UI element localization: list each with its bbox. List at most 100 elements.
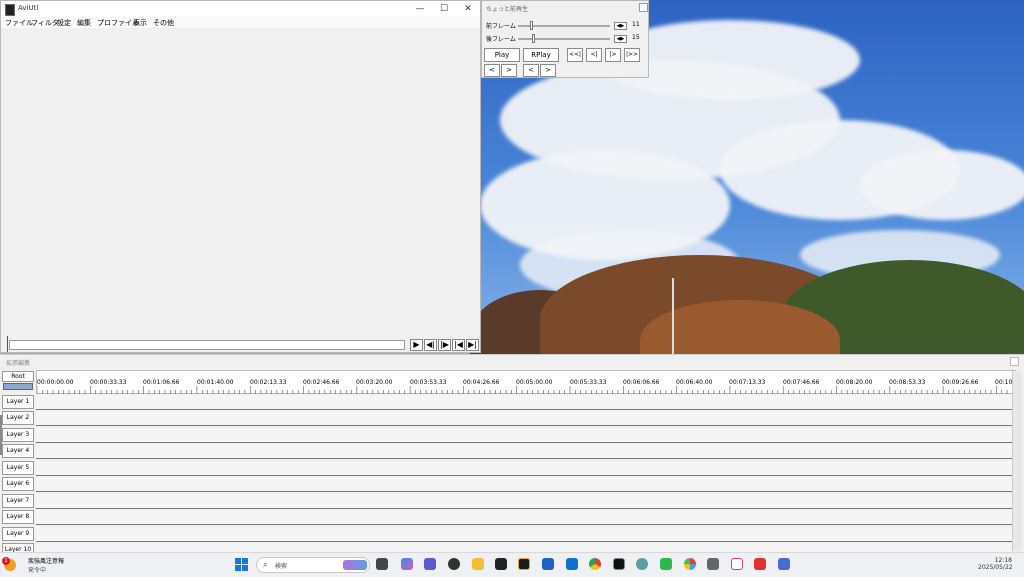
rewind-button[interactable]: <<| xyxy=(567,48,583,62)
play-button-choppy[interactable]: Play xyxy=(484,48,520,62)
layer-label[interactable]: Layer 9 xyxy=(2,527,34,541)
layer-label[interactable]: Layer 4 xyxy=(2,444,34,458)
teams-icon[interactable] xyxy=(424,558,436,570)
tick-label: 00:07:13.33 xyxy=(729,379,766,386)
timeline-window: 拡張編集 Root 00:00:00.00 00:00:33.33 00:01:… xyxy=(0,354,1024,553)
app-icon xyxy=(5,4,15,16)
tick-label: 00:00:00.00 xyxy=(37,379,74,386)
menu-file[interactable]: ファイル xyxy=(5,18,33,28)
back-frame-spin[interactable]: ◀▶ xyxy=(614,35,627,43)
step-back-button[interactable]: <| xyxy=(586,48,602,62)
front-decrease-button[interactable]: < xyxy=(484,64,500,77)
front-frame-slider[interactable] xyxy=(530,21,533,30)
app-icon-black[interactable] xyxy=(448,558,460,570)
choppy-playback-window: ちょっと前再生 前フレーム ◀▶ 11 後フレーム ◀▶ 15 Play RPl… xyxy=(481,0,649,78)
outlook-icon[interactable] xyxy=(566,558,578,570)
layer-row[interactable] xyxy=(36,494,1012,509)
app-icon-red[interactable] xyxy=(754,558,766,570)
go-end-button[interactable]: ▶| xyxy=(466,339,479,351)
line-icon[interactable] xyxy=(660,558,672,570)
layer-row[interactable] xyxy=(36,461,1012,476)
file-explorer-icon[interactable] xyxy=(472,558,484,570)
maximize-button[interactable]: ☐ xyxy=(432,1,456,17)
choppy-window-title: ちょっと前再生 xyxy=(486,6,529,13)
layer-row[interactable] xyxy=(36,411,1012,426)
time-ruler[interactable]: 00:00:00.00 00:00:33.33 00:01:06.66 00:0… xyxy=(36,370,1016,394)
menu-filter[interactable]: フィルタ xyxy=(31,18,59,28)
start-button[interactable] xyxy=(235,558,248,571)
tick-label: 00:03:20.00 xyxy=(356,379,393,386)
next-frame-button[interactable]: |▶ xyxy=(438,339,451,351)
seek-thumb[interactable] xyxy=(7,336,14,352)
tick-label: 00:00:33.33 xyxy=(90,379,127,386)
root-scope-bar[interactable] xyxy=(3,383,33,390)
layer-label[interactable]: Layer 1 xyxy=(2,395,34,409)
choppy-close-button[interactable] xyxy=(639,3,648,12)
app-icon-multicolor[interactable] xyxy=(684,558,696,570)
back-decrease-button[interactable]: < xyxy=(523,64,539,77)
app-icon-gray[interactable] xyxy=(707,558,719,570)
root-button[interactable]: Root xyxy=(2,371,34,382)
layer-label[interactable]: Layer 5 xyxy=(2,461,34,475)
layer-label[interactable]: Layer 7 xyxy=(2,494,34,508)
calculator-icon[interactable] xyxy=(778,558,790,570)
search-placeholder: 検索 xyxy=(275,563,288,570)
layer-label[interactable]: Layer 6 xyxy=(2,477,34,491)
tick-label: 00:09:26.66 xyxy=(942,379,979,386)
back-frame-slider[interactable] xyxy=(532,34,535,43)
layer-row[interactable] xyxy=(36,527,1012,542)
layer-row[interactable] xyxy=(36,428,1012,443)
tick-label: 00:06:40.00 xyxy=(676,379,713,386)
seek-bar[interactable] xyxy=(9,340,405,350)
app-icon-teal[interactable] xyxy=(636,558,648,570)
play-button[interactable]: ▶ xyxy=(410,339,423,351)
prev-frame-button[interactable]: ◀| xyxy=(424,339,437,351)
layer-label[interactable]: Layer 3 xyxy=(2,428,34,442)
search-highlight-icon xyxy=(343,560,367,570)
system-clock[interactable]: 12:18 2025/05/22 xyxy=(978,557,1013,571)
rplay-button[interactable]: RPlay xyxy=(523,48,559,62)
back-frame-value: 15 xyxy=(632,34,640,41)
back-increase-button[interactable]: > xyxy=(540,64,556,77)
go-start-button[interactable]: |◀ xyxy=(452,339,465,351)
weather-subtitle: 発令中 xyxy=(28,567,47,574)
menu-settings[interactable]: 設定 xyxy=(57,18,71,28)
layer-row[interactable] xyxy=(36,395,1012,410)
weather-widget[interactable]: 1 xyxy=(2,557,24,573)
main-titlebar: AviUtl — ☐ ✕ xyxy=(1,1,480,17)
window-title: AviUtl xyxy=(18,4,39,12)
timeline-close-button[interactable] xyxy=(1010,357,1019,366)
menu-view[interactable]: 表示 xyxy=(133,18,147,28)
step-forward-button[interactable]: |> xyxy=(605,48,621,62)
tick-label: 00:05:33.33 xyxy=(570,379,607,386)
terminal-icon[interactable] xyxy=(495,558,507,570)
aviutl-icon[interactable] xyxy=(613,558,625,570)
taskbar-search[interactable]: ⌕ 検索 xyxy=(256,557,370,573)
layer-label[interactable]: Layer 8 xyxy=(2,510,34,524)
layer-row[interactable] xyxy=(36,444,1012,459)
search-icon: ⌕ xyxy=(263,560,268,569)
media-app-icon[interactable] xyxy=(518,558,530,570)
timeline-scrollbar[interactable] xyxy=(1012,371,1022,551)
close-button[interactable]: ✕ xyxy=(456,1,480,17)
timeline-left-splitter[interactable] xyxy=(0,415,2,455)
layer-row[interactable] xyxy=(36,477,1012,492)
front-increase-button[interactable]: > xyxy=(501,64,517,77)
menu-edit[interactable]: 編集 xyxy=(77,18,91,28)
weather-title: 疾強風注意報 xyxy=(28,558,65,565)
music-icon[interactable] xyxy=(731,558,743,570)
fast-forward-button[interactable]: |>> xyxy=(624,48,640,62)
store-icon[interactable] xyxy=(542,558,554,570)
tick-label: 00:01:06.66 xyxy=(143,379,180,386)
front-frame-spin[interactable]: ◀▶ xyxy=(614,22,627,30)
copilot-icon[interactable] xyxy=(401,558,413,570)
layer-row[interactable] xyxy=(36,510,1012,525)
menu-other[interactable]: その他 xyxy=(153,18,174,28)
layer-label[interactable]: Layer 2 xyxy=(2,411,34,425)
front-frame-label: 前フレーム xyxy=(486,23,516,30)
front-frame-value: 11 xyxy=(632,21,640,28)
task-view-icon[interactable] xyxy=(376,558,388,570)
minimize-button[interactable]: — xyxy=(408,1,432,17)
chrome-icon[interactable] xyxy=(589,558,601,570)
clock-time: 12:18 xyxy=(994,557,1012,564)
